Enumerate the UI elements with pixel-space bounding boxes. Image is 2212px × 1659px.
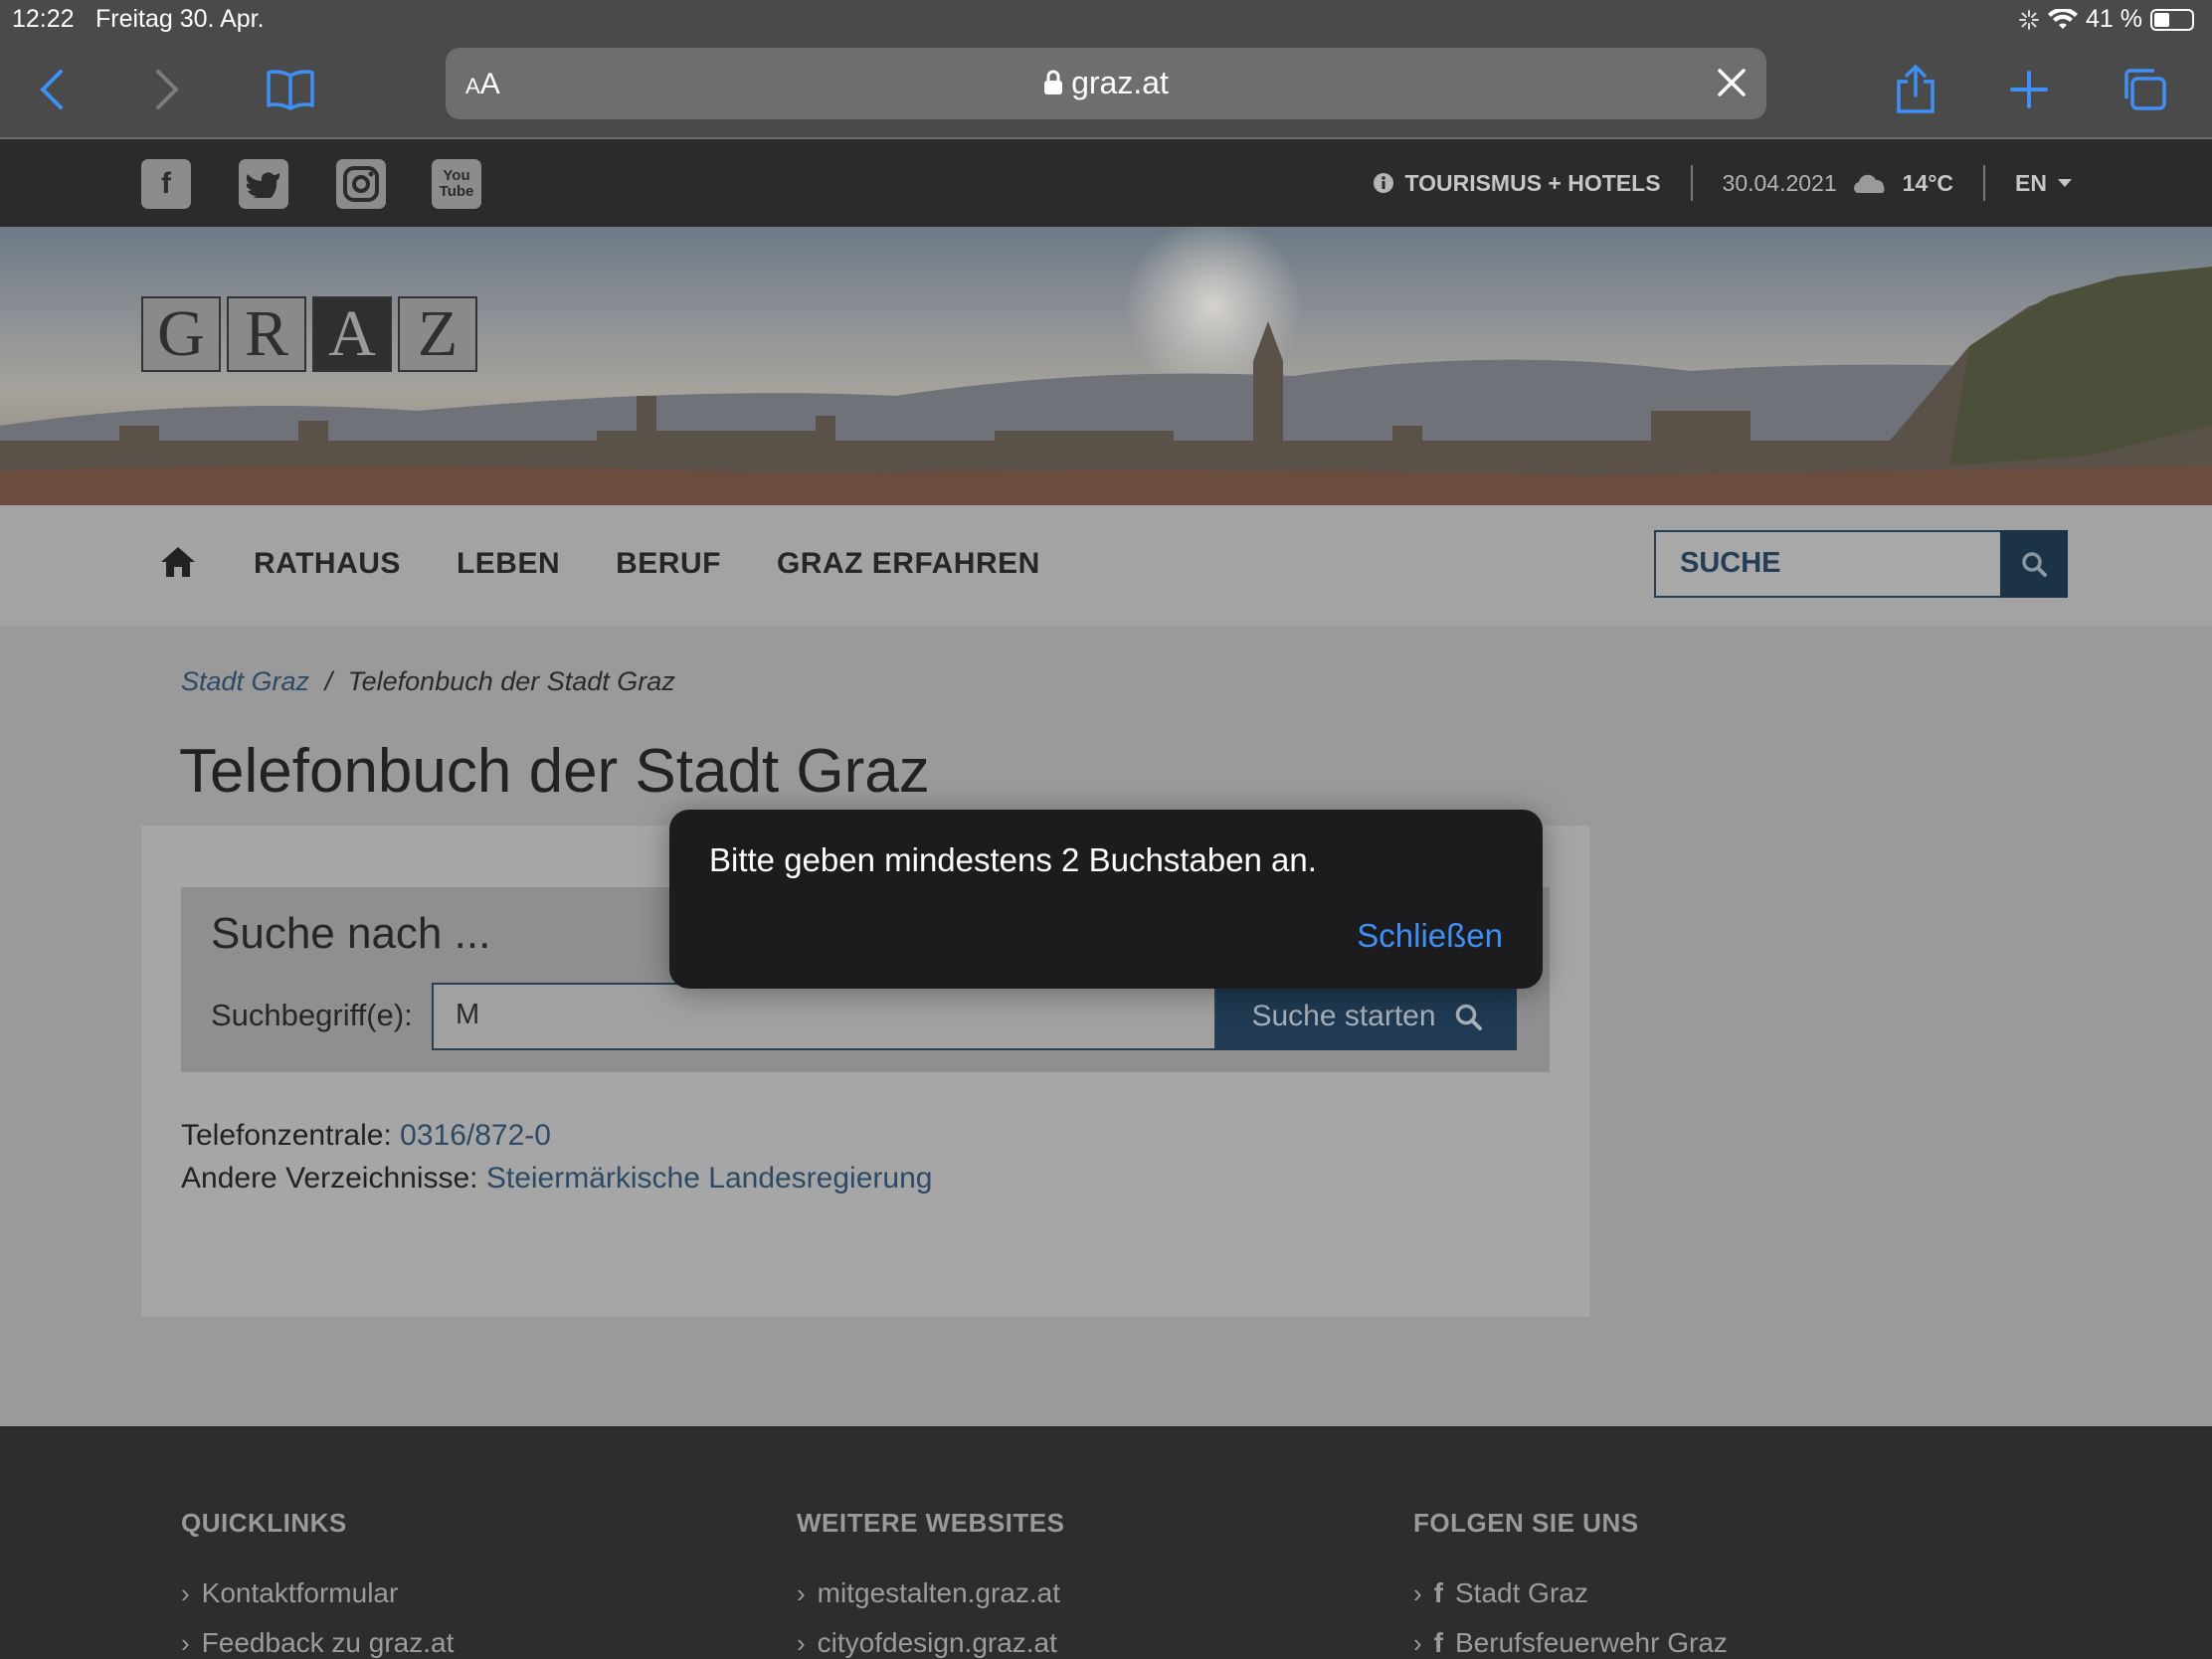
topbar-right: TOURISMUS + HOTELS 30.04.2021 14°C EN (1373, 139, 2073, 227)
switchboard-line: Telefonzentrale: 0316/872-0 (181, 1114, 932, 1157)
twitter-icon[interactable] (239, 159, 288, 209)
site-search-button[interactable] (2000, 530, 2068, 598)
back-button[interactable] (22, 60, 82, 119)
footer-link-berufsfeuerwehr[interactable]: › f Berufsfeuerwehr Graz (1413, 1627, 1728, 1659)
status-bar: 12:22 Freitag 30. Apr. 41 % (0, 0, 2212, 40)
header-banner: G R A Z (0, 227, 2212, 505)
switchboard-number-link[interactable]: 0316/872-0 (400, 1119, 551, 1152)
site-footer: QUICKLINKS › Kontaktformular › Feedback zu… (0, 1426, 2212, 1659)
tabs-icon (2124, 69, 2166, 110)
chevron-left-icon (40, 70, 63, 109)
site-search-input[interactable]: SUCHE (1654, 530, 2068, 598)
share-button[interactable] (1886, 60, 1945, 119)
status-right: 41 % (2018, 5, 2194, 34)
topbar-date: 30.04.2021 (1722, 169, 1837, 196)
search-icon (1455, 1004, 1482, 1030)
alert-close-button[interactable]: Schließen (1357, 917, 1503, 955)
nav-items: RATHAUS LEBEN BERUF GRAZ ERFAHREN (254, 547, 1040, 581)
share-icon (1897, 64, 1935, 113)
chevron-right-icon (156, 70, 179, 109)
logo-letter-a: A (312, 296, 392, 372)
battery-icon (2150, 8, 2194, 31)
breadcrumb-current: Telefonbuch der Stadt Graz (347, 666, 675, 696)
footer-websites: WEITERE WEBSITES › mitgestalten.graz.at ›… (797, 1508, 1065, 1658)
nav-item-graz-erfahren[interactable]: GRAZ ERFAHREN (777, 547, 1040, 581)
facebook-icon[interactable]: f (141, 159, 191, 209)
nav-item-rathaus[interactable]: RATHAUS (254, 547, 401, 581)
battery-percent: 41 % (2086, 5, 2142, 33)
breadcrumb: Stadt Graz / Telefonbuch der Stadt Graz (181, 666, 675, 697)
chevron-right-icon: › (181, 1577, 190, 1608)
close-icon[interactable] (1715, 66, 1749, 99)
graz-logo[interactable]: G R A Z (141, 296, 483, 372)
page-title: Telefonbuch der Stadt Graz (179, 737, 930, 806)
chevron-right-icon: › (1413, 1577, 1422, 1608)
logo-letter-r: R (227, 296, 306, 372)
site-search-placeholder: SUCHE (1680, 547, 1781, 579)
topbar-temperature: 14°C (1902, 169, 1954, 196)
footer-follow-title: FOLGEN SIE UNS (1413, 1508, 1639, 1538)
search-term-input[interactable]: M (432, 983, 1216, 1050)
forward-button[interactable] (137, 60, 197, 119)
browser-toolbar: AA graz.at (0, 40, 2212, 139)
url-text: graz.at (446, 65, 1766, 101)
new-tab-button[interactable] (1999, 60, 2059, 119)
alert-message: Bitte geben mindestens 2 Buchstaben an. (709, 841, 1317, 878)
alert-dialog: Bitte geben mindestens 2 Buchstaben an. … (669, 810, 1543, 989)
tabs-button[interactable] (2115, 60, 2174, 119)
status-date: Freitag 30. Apr. (95, 5, 265, 33)
search-start-button[interactable]: Suche starten (1216, 983, 1517, 1050)
instagram-icon[interactable] (336, 159, 386, 209)
home-icon[interactable] (159, 545, 197, 579)
lock-icon (1044, 70, 1063, 94)
logo-letter-z: Z (398, 296, 477, 372)
facebook-icon: f (1433, 1577, 1443, 1608)
facebook-icon: f (1433, 1627, 1443, 1658)
footer-websites-title: WEITERE WEBSITES (797, 1508, 1065, 1538)
other-directories-line: Andere Verzeichnisse: Steiermärkische La… (181, 1157, 932, 1199)
cloudy-weather-icon (1853, 174, 1885, 193)
breadcrumb-home[interactable]: Stadt Graz (181, 666, 309, 696)
footer-quicklinks-title: QUICKLINKS (181, 1508, 347, 1538)
plus-icon (2010, 71, 2048, 108)
book-icon (267, 70, 314, 110)
logo-letter-g: G (141, 296, 221, 372)
footer-link-stadt-graz[interactable]: › f Stadt Graz (1413, 1577, 1588, 1609)
contact-info: Telefonzentrale: 0316/872-0 Andere Verze… (181, 1114, 932, 1199)
address-bar[interactable]: AA graz.at (446, 48, 1766, 119)
nav-item-beruf[interactable]: BERUF (616, 547, 721, 581)
chevron-right-icon: › (1413, 1627, 1422, 1658)
chevron-right-icon: › (181, 1627, 190, 1658)
site-topbar: f You Tube TOURISMUS + HOTELS 30.04.2021 … (0, 139, 2212, 227)
footer-link-feedback[interactable]: › Feedback zu graz.at (181, 1627, 454, 1659)
bookmarks-button[interactable] (261, 60, 320, 119)
main-content: Stadt Graz / Telefonbuch der Stadt Graz … (0, 627, 2212, 1426)
nav-item-leben[interactable]: LEBEN (457, 547, 560, 581)
tourism-link[interactable]: TOURISMUS + HOTELS (1404, 170, 1660, 197)
search-icon (2022, 552, 2047, 577)
footer-link-cityofdesign[interactable]: › cityofdesign.graz.at (797, 1627, 1057, 1659)
status-time: 12:22 (12, 5, 75, 33)
footer-follow: FOLGEN SIE UNS › f Stadt Graz › f Berufsfeue… (1413, 1508, 1728, 1658)
search-label: Suchbegriff(e): (211, 998, 413, 1032)
wifi-icon (2048, 8, 2079, 29)
footer-link-mitgestalten[interactable]: › mitgestalten.graz.at (797, 1577, 1060, 1609)
breadcrumb-separator: / (324, 666, 333, 696)
footer-quicklinks: QUICKLINKS › Kontaktformular › Feedback zu… (181, 1508, 454, 1658)
caret-down-icon (2058, 179, 2072, 187)
info-icon (1374, 173, 1394, 193)
search-heading: Suche nach ... (211, 909, 491, 958)
search-start-label: Suche starten (1251, 1000, 1436, 1032)
landesregierung-link[interactable]: Steiermärkische Landesregierung (486, 1162, 933, 1195)
loading-spinner-icon (2019, 9, 2040, 30)
chevron-right-icon: › (797, 1627, 806, 1658)
chevron-right-icon: › (797, 1577, 806, 1608)
youtube-icon[interactable]: You Tube (432, 159, 481, 209)
language-selector[interactable]: EN (2015, 170, 2047, 197)
other-directories-label: Andere Verzeichnisse: (181, 1162, 478, 1195)
switchboard-label: Telefonzentrale: (181, 1119, 392, 1152)
footer-link-kontaktformular[interactable]: › Kontaktformular (181, 1577, 398, 1609)
main-nav: RATHAUS LEBEN BERUF GRAZ ERFAHREN SUCHE (0, 505, 2212, 627)
